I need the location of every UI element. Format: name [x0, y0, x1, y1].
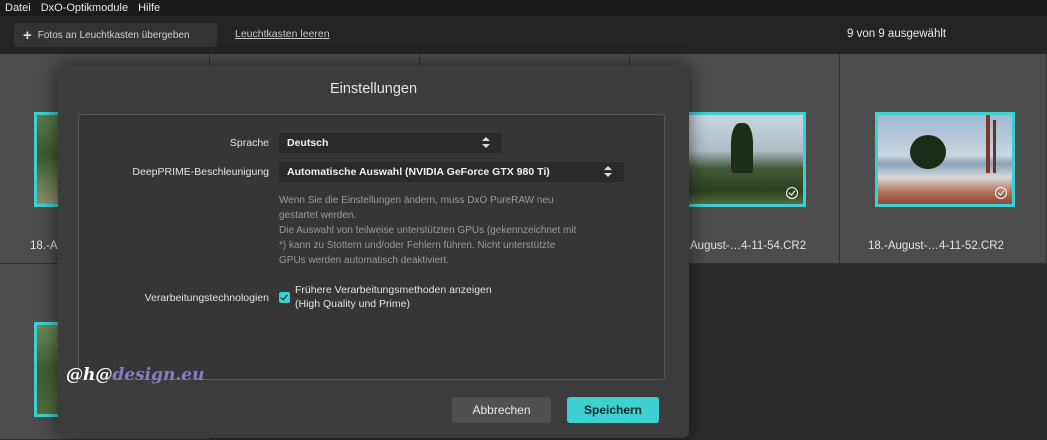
photo-thumbnail[interactable]: [670, 112, 806, 207]
watermark-part-b: design.eu: [112, 365, 205, 385]
select-arrows-icon: [604, 166, 612, 178]
grid-cell[interactable]: 18.-August-…4-11-52.CR2: [840, 54, 1047, 264]
language-select[interactable]: Deutsch: [279, 133, 502, 153]
cancel-button[interactable]: Abbrechen: [452, 397, 551, 423]
photo-thumbnail[interactable]: [875, 112, 1015, 207]
restart-note: Wenn Sie die Einstellungen ändern, muss …: [279, 193, 639, 268]
selected-check-icon: [995, 187, 1007, 199]
processing-label: Verarbeitungstechnologien: [144, 292, 269, 304]
note-line: Die Auswahl von teilweise unterstützten …: [279, 225, 577, 236]
save-button[interactable]: Speichern: [567, 397, 659, 423]
legacy-methods-checkbox[interactable]: [279, 292, 290, 303]
checkbox-line: (High Quality und Prime): [295, 298, 410, 310]
add-photos-button[interactable]: + Fotos an Leuchtkasten übergeben: [14, 23, 217, 47]
select-arrows-icon: [482, 137, 490, 149]
menu-bar: Datei DxO-Optikmodule Hilfe: [0, 0, 1047, 16]
plus-icon: +: [23, 26, 32, 44]
thumbnail-filename: 18.-A: [30, 240, 58, 252]
legacy-methods-label: Frühere Verarbeitungsmethoden anzeigen (…: [295, 283, 595, 311]
menu-optikmodule[interactable]: DxO-Optikmodule: [41, 2, 128, 14]
settings-panel: Sprache Deutsch DeepPRIME-Beschleunigung…: [78, 114, 665, 380]
add-photos-label: Fotos an Leuchtkasten übergeben: [37, 29, 190, 41]
checkbox-line: Frühere Verarbeitungsmethoden anzeigen: [295, 284, 492, 296]
note-line: gestartet werden.: [279, 210, 357, 221]
language-value: Deutsch: [287, 137, 329, 149]
toolbar: + Fotos an Leuchtkasten übergeben Leucht…: [0, 16, 1047, 54]
clear-lightbox-link[interactable]: Leuchtkasten leeren: [235, 28, 330, 40]
thumbnail-filename: 18.-August-…4-11-52.CR2: [868, 240, 1004, 252]
watermark-part-a: @h@: [66, 365, 113, 385]
menu-hilfe[interactable]: Hilfe: [138, 2, 160, 14]
thumbnail-filename: August-…4-11-54.CR2: [690, 240, 807, 252]
deepprime-select[interactable]: Automatische Auswahl (NVIDIA GeForce GTX…: [279, 162, 624, 182]
note-line: Wenn Sie die Einstellungen ändern, muss …: [279, 195, 554, 206]
note-line: *) kann zu Stottern und/oder Fehlern füh…: [279, 240, 556, 251]
watermark-logo: @h@design.eu: [66, 365, 204, 385]
deepprime-label: DeepPRIME-Beschleunigung: [132, 166, 269, 178]
selection-count: 9 von 9 ausgewählt: [847, 28, 947, 40]
menu-datei[interactable]: Datei: [5, 2, 31, 14]
deepprime-value: Automatische Auswahl (NVIDIA GeForce GTX…: [287, 166, 550, 178]
dialog-title: Einstellungen: [329, 81, 418, 97]
language-label: Sprache: [229, 137, 269, 149]
selected-check-icon: [786, 187, 798, 199]
note-line: GPUs werden automatisch deaktiviert.: [279, 255, 450, 266]
